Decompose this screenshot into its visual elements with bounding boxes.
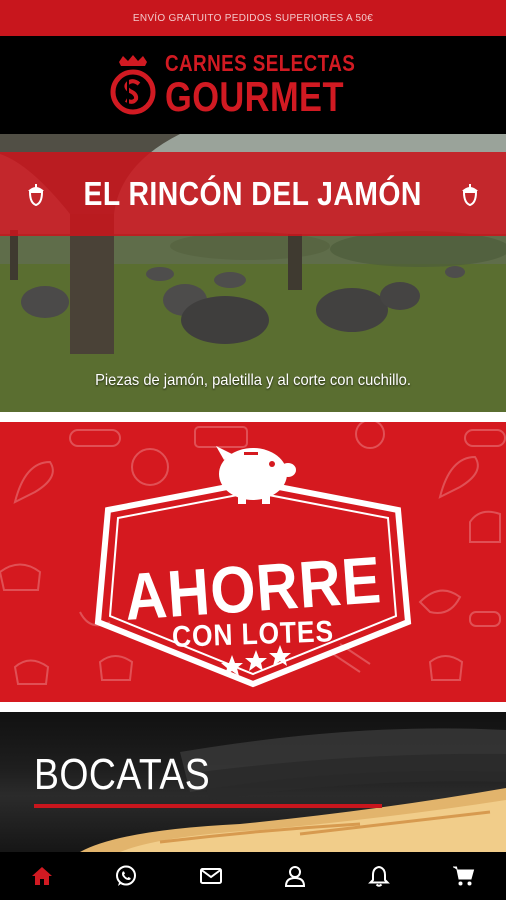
- hero-jamon-banner[interactable]: EL RINCÓN DEL JAMÓN Piezas de jamón, pal…: [0, 134, 506, 412]
- bocatas-banner[interactable]: BOCATAS: [0, 712, 506, 852]
- home-icon: [32, 867, 53, 885]
- acorn-icon: [461, 184, 478, 207]
- shipping-banner: ENVÍO GRATUITO PEDIDOS SUPERIORES A 50€: [0, 0, 506, 36]
- nav-account-button[interactable]: [271, 852, 319, 900]
- nav-mail-button[interactable]: [187, 852, 235, 900]
- shipping-banner-text: ENVÍO GRATUITO PEDIDOS SUPERIORES A 50€: [132, 12, 374, 24]
- hero-caption: Piezas de jamón, paletilla y al corte co…: [95, 372, 411, 389]
- logo-line2: GOURMET: [165, 73, 344, 120]
- nav-home-button[interactable]: [18, 852, 66, 900]
- brand-logo[interactable]: CARNES SELECTAS GOURMET: [109, 52, 397, 118]
- user-icon: [285, 866, 306, 887]
- nav-whatsapp-button[interactable]: [102, 852, 150, 900]
- bottom-navigation: [0, 852, 506, 900]
- acorn-icon: [28, 184, 44, 207]
- cart-icon: [452, 866, 474, 886]
- whatsapp-icon: [116, 865, 137, 886]
- logo-mark-icon: [110, 55, 156, 115]
- nav-notifications-button[interactable]: [355, 852, 403, 900]
- bocatas-title: BOCATAS: [34, 750, 211, 799]
- divider: [0, 412, 506, 422]
- promo-lotes-banner[interactable]: AHORRE CON LOTES: [0, 422, 506, 702]
- nav-cart-button[interactable]: [440, 852, 488, 900]
- hero-title-band: EL RINCÓN DEL JAMÓN: [0, 152, 506, 236]
- divider: [0, 702, 506, 712]
- bell-icon: [368, 865, 391, 887]
- app-header: CARNES SELECTAS GOURMET: [0, 36, 506, 134]
- bocatas-underline: [34, 804, 382, 808]
- hero-title: EL RINCÓN DEL JAMÓN: [83, 175, 423, 212]
- mail-icon: [199, 868, 222, 884]
- logo-line1: CARNES SELECTAS: [165, 50, 356, 76]
